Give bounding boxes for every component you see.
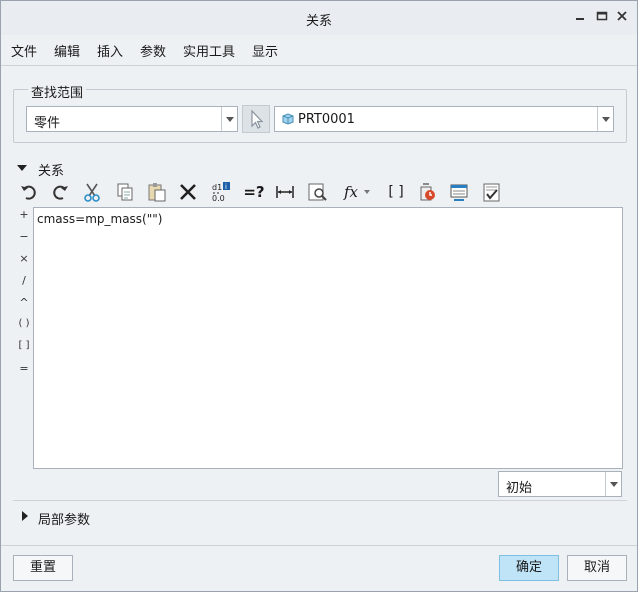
ok-button[interactable]: 确定 — [499, 555, 559, 581]
menu-insert[interactable]: 插入 — [97, 41, 123, 60]
sort-relations-icon[interactable] — [446, 179, 472, 205]
menu-edit[interactable]: 编辑 — [54, 41, 80, 60]
pointer-icon — [251, 109, 264, 129]
function-label: fx — [343, 183, 358, 201]
part-icon — [282, 113, 294, 125]
chevron-down-icon[interactable] — [364, 190, 370, 194]
operator-brackets[interactable]: [ ] — [15, 340, 33, 351]
copy-icon[interactable] — [112, 179, 138, 205]
svg-text:d1: d1 — [212, 183, 222, 192]
paste-icon[interactable] — [144, 179, 170, 205]
menu-utilities[interactable]: 实用工具 — [183, 41, 235, 60]
cancel-button[interactable]: 取消 — [567, 555, 627, 581]
cut-icon[interactable] — [79, 179, 105, 205]
operator-equals[interactable]: = — [15, 362, 33, 375]
status-select[interactable]: 初始 — [498, 471, 622, 497]
show-dims-icon[interactable] — [304, 179, 330, 205]
menu-show[interactable]: 显示 — [252, 41, 278, 60]
delete-icon[interactable] — [175, 179, 201, 205]
evaluate-icon[interactable]: =? — [241, 179, 267, 205]
operator-power[interactable]: ^ — [15, 296, 33, 309]
reset-button[interactable]: 重置 — [13, 555, 73, 581]
evaluate-label: =? — [243, 183, 265, 201]
local-params-section-label[interactable]: 局部参数 — [38, 509, 90, 528]
operator-multiply[interactable]: × — [15, 252, 33, 265]
svg-text:i: i — [225, 183, 227, 191]
expand-local-params-icon[interactable] — [22, 511, 28, 521]
relations-dialog: 关系 文件 编辑 插入 参数 实用工具 显示 查找范围 零件 PRT0001 关… — [0, 0, 638, 592]
lookin-group-label: 查找范围 — [28, 82, 87, 101]
chevron-down-icon[interactable] — [597, 107, 613, 131]
object-select-value: PRT0001 — [298, 112, 355, 127]
insert-function-icon[interactable]: fx — [337, 179, 377, 205]
section-divider — [13, 500, 627, 501]
operator-parentheses[interactable]: ( ) — [15, 318, 33, 329]
menu-file[interactable]: 文件 — [11, 41, 37, 60]
window-title: 关系 — [305, 14, 332, 29]
operator-plus[interactable]: + — [15, 208, 33, 221]
dimension-icon[interactable] — [272, 179, 298, 205]
undo-icon[interactable] — [16, 179, 42, 205]
chevron-down-icon[interactable] — [605, 472, 621, 496]
menu-parameters[interactable]: 参数 — [140, 41, 166, 60]
type-select-value: 零件 — [34, 116, 61, 131]
footer-divider — [1, 545, 637, 546]
parameter-icon[interactable] — [414, 179, 440, 205]
operator-divide[interactable]: / — [15, 274, 33, 287]
relations-section-label[interactable]: 关系 — [38, 160, 64, 179]
verify-icon[interactable] — [479, 179, 505, 205]
operator-minus[interactable]: − — [15, 230, 33, 243]
collapse-relations-icon[interactable] — [17, 165, 27, 171]
relations-code[interactable]: cmass=mp_mass("") — [37, 212, 162, 226]
close-icon[interactable] — [615, 10, 629, 24]
insert-from-list-icon[interactable]: [ ] — [383, 179, 409, 205]
menu-bar: 文件 编辑 插入 参数 实用工具 显示 — [1, 37, 637, 63]
maximize-icon[interactable] — [595, 10, 609, 24]
bracket-label: [ ] — [388, 184, 404, 200]
status-select-value: 初始 — [506, 481, 533, 496]
chevron-down-icon[interactable] — [221, 107, 237, 131]
object-select[interactable]: PRT0001 — [274, 106, 614, 132]
type-select[interactable]: 零件 — [26, 106, 238, 132]
select-pointer-button[interactable] — [242, 105, 270, 133]
redo-icon[interactable] — [47, 179, 73, 205]
toggle-units-icon[interactable]: d1 i 0.0 — [208, 179, 234, 205]
menu-divider — [1, 65, 637, 66]
relations-editor[interactable]: cmass=mp_mass("") — [33, 207, 623, 469]
svg-text:0.0: 0.0 — [212, 194, 225, 203]
minimize-icon[interactable] — [573, 10, 587, 24]
title-bar: 关系 — [1, 1, 637, 35]
